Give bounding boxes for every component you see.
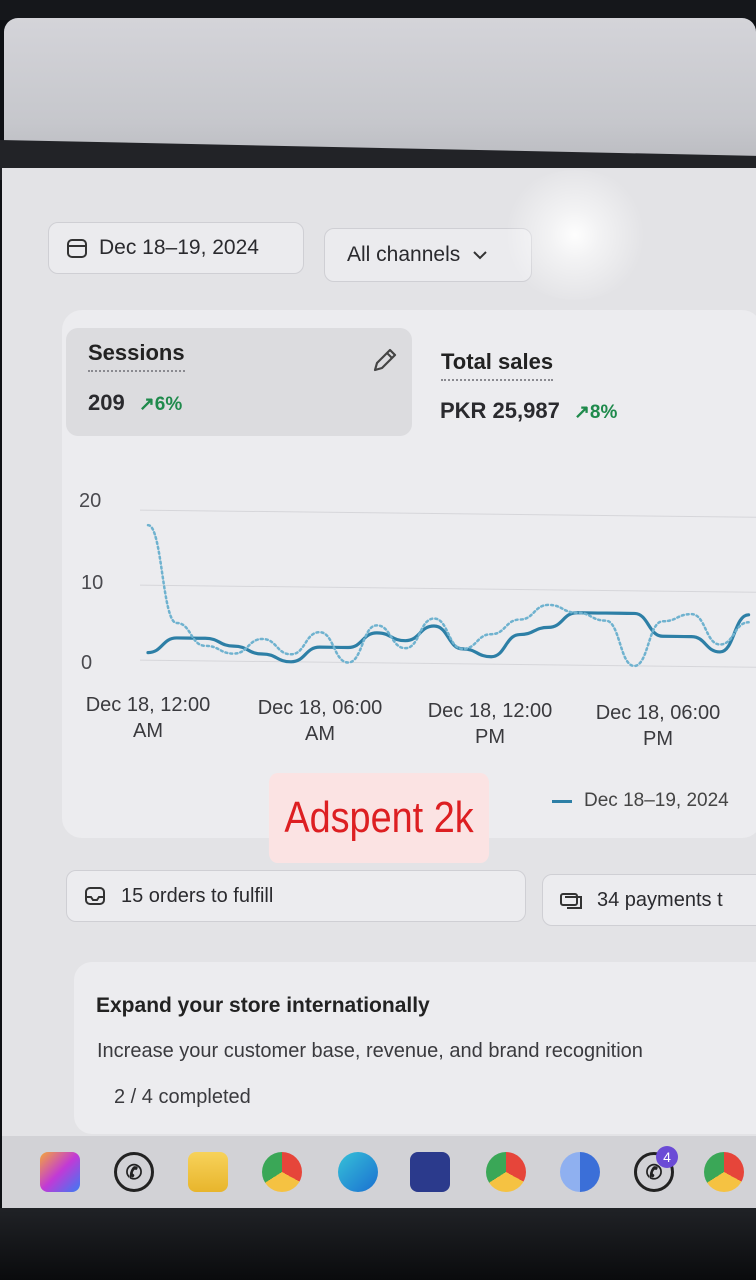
date-range-button[interactable]: Dec 18–19, 2024 <box>48 222 304 274</box>
x-tick-line1: Dec 18, 06:00 <box>257 697 383 719</box>
total-sales-value-row: PKR 25,987 ↗8% <box>440 398 617 424</box>
monitor-bottom-bezel <box>0 1208 756 1280</box>
date-range-label: Dec 18–19, 2024 <box>99 236 259 259</box>
chrome-icon[interactable] <box>262 1152 302 1192</box>
trend-up-icon: ↗ <box>138 394 155 415</box>
x-tick-label: Dec 18, 06:00 PM <box>578 700 738 752</box>
calendar-icon <box>67 239 87 258</box>
photo-border <box>0 0 756 20</box>
total-sales-label: Total sales <box>441 349 554 381</box>
channel-select[interactable]: All channels <box>324 228 532 282</box>
chevron-down-icon <box>473 251 487 260</box>
total-sales-value: PKR 25,987 <box>440 398 560 423</box>
legend-label: Dec 18–19, 2024 <box>584 790 729 811</box>
chrome-icon[interactable] <box>704 1152 744 1192</box>
chrome-profile-icon[interactable] <box>486 1152 526 1192</box>
legend-swatch <box>552 799 572 803</box>
x-tick-line2: AM <box>305 723 335 745</box>
x-tick-label: Dec 18, 06:00 AM <box>240 695 400 747</box>
sessions-line-chart <box>139 509 756 668</box>
x-tick-label: Dec 18, 12:00 AM <box>68 692 228 744</box>
sessions-value: 209 <box>88 390 125 415</box>
series-line-previous <box>146 523 750 668</box>
x-tick-line2: PM <box>643 728 673 750</box>
sessions-trend: ↗6% <box>139 394 182 415</box>
copilot-icon[interactable] <box>40 1152 80 1192</box>
edit-pencil-icon[interactable] <box>368 345 400 377</box>
orders-label: 15 orders to fulfill <box>121 884 274 907</box>
expand-store-title: Expand your store internationally <box>96 994 430 1017</box>
payments-label: 34 payments t <box>597 888 723 911</box>
sessions-label: Sessions <box>88 340 185 372</box>
sessions-value-row: 209 ↗6% <box>88 390 182 416</box>
x-tick-label: Dec 18, 12:00 PM <box>410 698 570 750</box>
chart-legend: Dec 18–19, 2024 <box>552 790 729 812</box>
inbox-icon <box>85 887 105 905</box>
gridline <box>139 509 756 518</box>
gridline <box>139 659 756 668</box>
file-explorer-icon[interactable] <box>188 1152 228 1192</box>
series-line-current <box>146 611 751 664</box>
whatsapp-icon[interactable]: ✆ <box>114 1152 154 1192</box>
edge-icon[interactable] <box>338 1152 378 1192</box>
chrome-app-icon[interactable] <box>560 1152 600 1192</box>
payments-button[interactable]: 34 payments t <box>542 874 756 926</box>
total-sales-change: 8% <box>589 402 618 423</box>
total-sales-trend: ↗8% <box>574 402 617 423</box>
orders-to-fulfill-button[interactable]: 15 orders to fulfill <box>66 870 526 922</box>
overlay-caption: Adspent 2k <box>268 773 490 863</box>
trend-up-icon: ↗ <box>573 402 590 423</box>
gridline <box>139 584 756 593</box>
expand-store-progress: 2 / 4 completed <box>114 1086 251 1108</box>
x-tick-line1: Dec 18, 12:00 <box>85 694 211 716</box>
microsoft-store-icon[interactable] <box>410 1152 450 1192</box>
payment-icon <box>560 893 582 909</box>
sessions-change: 6% <box>154 394 183 415</box>
y-tick-10: 10 <box>81 572 104 594</box>
channel-label: All channels <box>347 243 461 266</box>
x-tick-line2: AM <box>133 720 163 742</box>
x-tick-line1: Dec 18, 06:00 <box>595 702 721 724</box>
y-tick-20: 20 <box>79 490 102 512</box>
x-tick-line1: Dec 18, 12:00 <box>427 700 553 722</box>
y-tick-0: 0 <box>81 652 93 674</box>
notification-badge: 4 <box>656 1146 678 1168</box>
x-tick-line2: PM <box>475 726 505 748</box>
expand-store-description: Increase your customer base, revenue, an… <box>97 1040 643 1062</box>
